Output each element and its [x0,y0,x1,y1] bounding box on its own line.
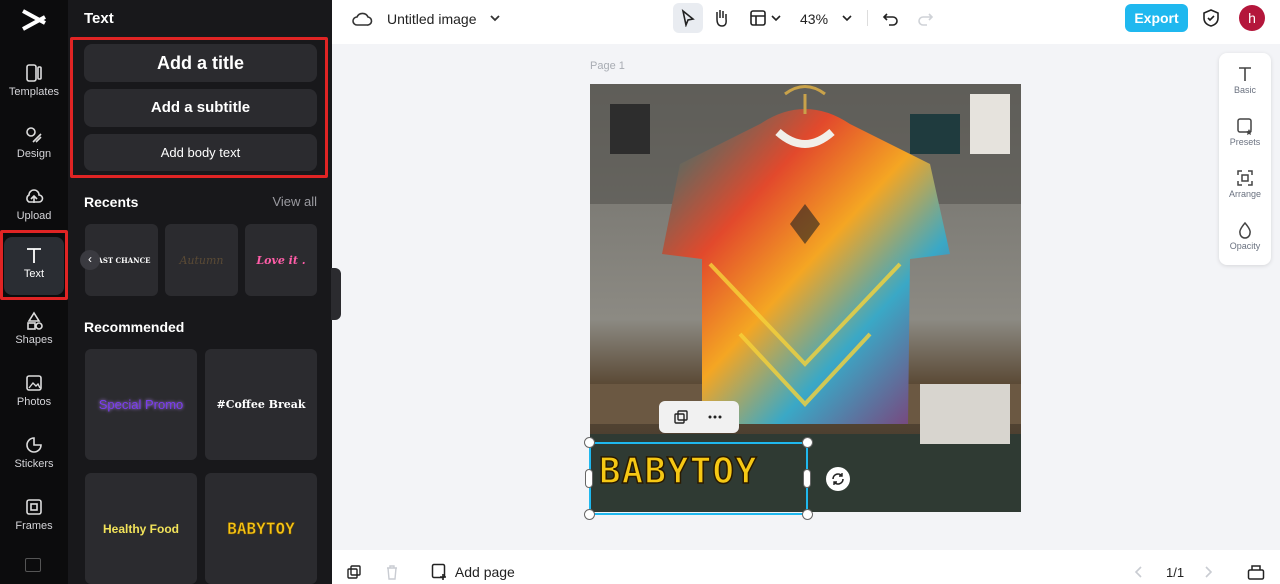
toolbar-divider [867,10,868,26]
capcut-logo-icon[interactable] [19,7,49,33]
templates-icon [26,64,42,82]
panel-title: Text [84,10,114,27]
upload-icon [26,189,44,203]
properties-toolbar: Basic Presets Arrange Opacity [1219,53,1271,265]
add-text-highlight [70,37,328,178]
page-label: Page 1 [590,60,625,72]
recommended-template[interactable]: #Coffee Break [205,349,317,460]
text-basic-icon [1239,67,1251,81]
rail-upload[interactable]: Upload [4,179,64,237]
shapes-icon [27,311,43,330]
select-tool-button[interactable] [673,3,703,33]
add-page-label: Add page [454,564,515,580]
hand-tool-icon[interactable] [710,7,732,29]
rail-design[interactable]: Design [4,117,64,175]
recent-template[interactable]: Love it . [245,224,317,296]
rail-more-icon[interactable] [25,558,41,572]
icon-rail: Templates Design Upload Text Shapes Phot… [0,0,68,584]
recommended-template-label: BABYTOY [227,519,295,539]
resize-handle[interactable] [585,469,593,488]
rail-stickers[interactable]: Stickers [4,427,64,485]
tool-basic-label: Basic [1233,85,1256,95]
next-page-icon [1205,566,1213,578]
frames-icon [26,499,42,515]
recent-template-label: Love it . [256,253,306,267]
cloud-save-icon[interactable] [351,8,373,30]
add-page-icon [431,563,446,580]
photos-icon [26,375,42,391]
rail-photos-label: Photos [16,396,52,408]
zoom-level[interactable]: 43% [800,11,828,27]
duplicate-page-icon[interactable] [346,564,362,580]
bottom-bar: Add page 1/1 [332,550,1280,584]
prev-page-icon [1134,566,1142,578]
avatar[interactable]: h [1239,5,1265,31]
resize-handle[interactable] [584,509,595,520]
delete-page-icon [387,565,397,580]
export-button[interactable]: Export [1125,4,1188,32]
recent-template-label: LAST CHANCE [92,255,151,265]
more-options-icon[interactable] [707,409,723,425]
tool-opacity[interactable]: Opacity [1219,221,1271,251]
rail-frames-label: Frames [15,520,53,532]
recommended-template[interactable]: Healthy Food [85,473,197,584]
chevron-down-icon[interactable] [484,7,506,29]
tool-opacity-label: Opacity [1229,241,1261,251]
undo-icon[interactable] [880,7,902,29]
rail-shapes-label: Shapes [15,334,53,346]
page-counter: 1/1 [1166,565,1185,580]
tool-arrange[interactable]: Arrange [1219,169,1271,199]
shield-icon[interactable] [1200,7,1222,29]
recents-prev-button[interactable]: ‹ [80,250,100,270]
tool-presets-label: Presets [1229,137,1261,147]
text-element-selection[interactable]: BABYTOY [589,442,808,515]
recent-template[interactable]: Autumn [165,224,238,296]
page-manager-icon[interactable] [1247,564,1265,580]
duplicate-icon[interactable] [673,409,689,425]
tool-basic[interactable]: Basic [1219,65,1271,95]
tool-presets[interactable]: Presets [1219,117,1271,147]
text-panel: Text Add a title Add a subtitle Add body… [68,0,332,584]
arrange-icon [1237,170,1253,186]
add-page-button[interactable]: Add page [431,563,515,580]
rotate-handle[interactable] [826,467,850,491]
rail-frames[interactable]: Frames [4,489,64,547]
resize-handle[interactable] [584,437,595,448]
document-title[interactable]: Untitled image [387,11,477,27]
recommended-template-label: #Coffee Break [216,398,306,411]
resize-handle[interactable] [802,509,813,520]
rail-templates-label: Templates [8,86,60,98]
recommended-template-label: Special Promo [98,397,184,412]
recent-template-label: Autumn [179,253,224,267]
layout-chevron-icon[interactable] [765,7,787,29]
presets-icon [1237,118,1252,135]
tool-arrange-label: Arrange [1228,189,1262,199]
rail-stickers-label: Stickers [14,458,54,470]
text-tab-highlight [0,230,68,300]
rail-photos[interactable]: Photos [4,365,64,423]
stickers-icon [26,437,42,453]
pointer-icon [681,9,695,27]
resize-handle[interactable] [803,469,811,488]
element-mini-toolbar [659,401,739,433]
recents-heading: Recents [84,194,139,210]
recommended-template[interactable]: Special Promo [85,349,197,460]
view-all-link[interactable]: View all [272,194,317,209]
rail-design-label: Design [16,148,52,160]
resize-handle[interactable] [802,437,813,448]
text-element[interactable]: BABYTOY [598,453,758,491]
rail-templates[interactable]: Templates [4,55,64,113]
rail-shapes[interactable]: Shapes [4,303,64,361]
recommended-heading: Recommended [84,319,185,335]
design-icon [26,127,42,143]
opacity-icon [1239,221,1251,239]
redo-icon [918,13,934,26]
recommended-template-label: Healthy Food [102,521,179,536]
rail-upload-label: Upload [16,210,52,222]
rotate-icon [832,473,844,485]
panel-collapse-handle[interactable] [331,268,341,320]
recommended-template[interactable]: BABYTOY [205,473,317,584]
zoom-chevron-icon[interactable] [836,7,858,29]
